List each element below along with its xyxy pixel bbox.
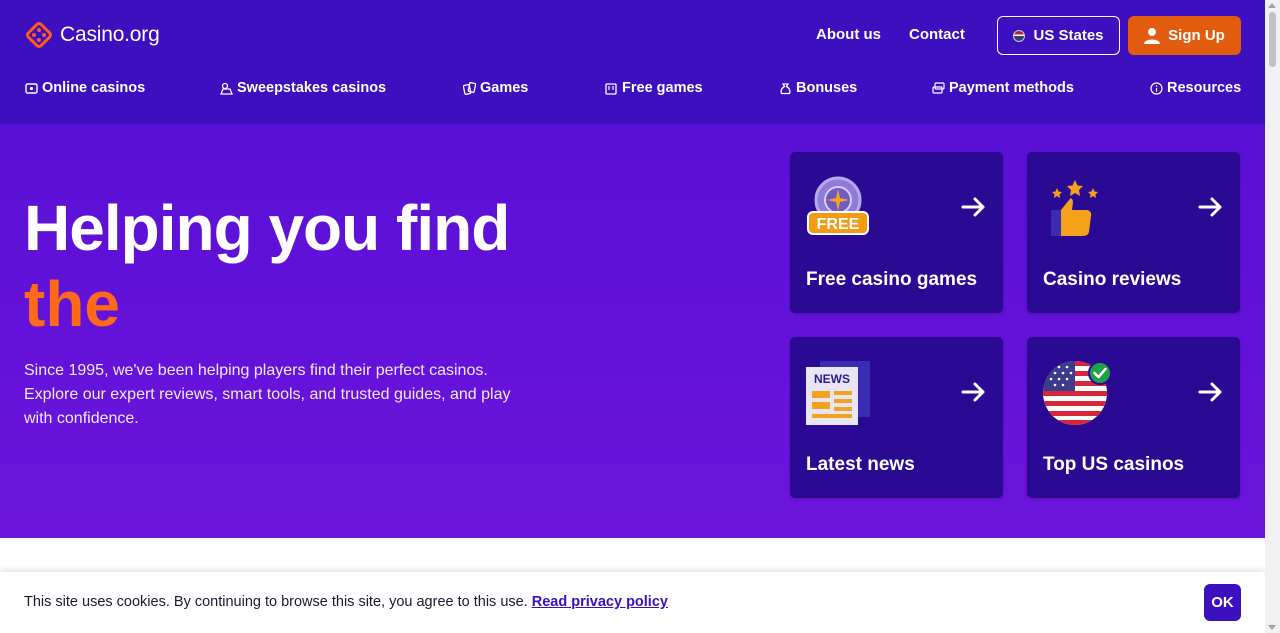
logo[interactable]: Casino.org: [24, 20, 160, 50]
arrow-right-icon: [961, 382, 985, 402]
page: Casino.org About us Contact US States Si…: [0, 0, 1265, 633]
nav-sweepstakes-casinos-label: Sweepstakes casinos: [237, 80, 387, 96]
nav-sweepstakes-casinos[interactable]: Sweepstakes casinos: [220, 80, 386, 96]
nav-payment-methods[interactable]: Payment methods: [932, 80, 1074, 96]
news-badge-text: NEWS: [814, 372, 850, 386]
free-chip-icon: FREE: [807, 176, 869, 235]
hero-section: Helping you find the Since 1995, we've b…: [0, 124, 1265, 538]
card-latest-news[interactable]: NEWS Latest news: [790, 337, 1003, 498]
hero-title-accent: the: [24, 268, 120, 340]
card-title: Free casino games: [806, 269, 978, 290]
slot-machine-icon: [605, 82, 617, 95]
card-title: Latest news: [806, 454, 915, 475]
card-top-us-casinos[interactable]: Top US casinos: [1027, 337, 1240, 498]
nav-games[interactable]: Games: [463, 80, 528, 96]
arrow-right-icon: [1198, 382, 1222, 402]
card-casino-reviews[interactable]: Casino reviews: [1027, 152, 1240, 313]
nav-games-label: Games: [480, 80, 529, 96]
vertical-scrollbar[interactable]: [1265, 0, 1280, 633]
scroll-down-arrow-icon[interactable]: [1268, 625, 1276, 630]
nav-resources-label: Resources: [1167, 80, 1242, 96]
arrow-right-icon: [961, 197, 985, 217]
scroll-up-arrow-icon[interactable]: [1268, 3, 1276, 8]
card-title: Casino reviews: [1043, 269, 1182, 290]
scroll-thumb[interactable]: [1269, 12, 1276, 67]
payment-icon: [932, 81, 945, 94]
main-nav: Online casinos Sweepstakes casinos Games…: [0, 80, 1265, 102]
us-flag-icon: [1013, 29, 1026, 42]
nav-payment-methods-label: Payment methods: [949, 80, 1074, 96]
cookie-text: This site uses cookies. By continuing to…: [24, 594, 532, 610]
sign-up-button[interactable]: Sign Up: [1128, 16, 1241, 55]
cards-icon: [463, 81, 476, 95]
cookie-ok-button[interactable]: OK: [1204, 584, 1241, 621]
card-free-casino-games[interactable]: FREE Free casino games: [790, 152, 1003, 313]
free-badge-text: FREE: [817, 216, 860, 233]
nav-free-games-label: Free games: [622, 80, 703, 96]
casino-icon: [25, 82, 38, 94]
money-bag-icon: [780, 82, 791, 94]
logo-icon: [26, 22, 52, 48]
thumbs-up-stars-icon: [1051, 180, 1098, 236]
us-states-button[interactable]: US States: [997, 16, 1120, 55]
nav-online-casinos[interactable]: Online casinos: [25, 80, 145, 96]
nav-resources[interactable]: Resources: [1150, 80, 1241, 96]
arrow-right-icon: [1198, 197, 1222, 217]
cookie-banner: This site uses cookies. By continuing to…: [0, 572, 1265, 633]
us-states-label: US States: [1033, 27, 1104, 44]
contact-link[interactable]: Contact: [909, 26, 965, 43]
card-title: Top US casinos: [1043, 454, 1185, 475]
site-header: Casino.org About us Contact US States Si…: [0, 0, 1265, 124]
nav-online-casinos-label: Online casinos: [42, 80, 146, 96]
about-us-link[interactable]: About us: [816, 26, 881, 43]
cookie-message: This site uses cookies. By continuing to…: [24, 594, 668, 610]
nav-free-games[interactable]: Free games: [605, 80, 703, 96]
nav-bonuses[interactable]: Bonuses: [779, 80, 857, 96]
sweepstakes-icon: [220, 82, 233, 95]
logo-text: Casino.org: [60, 23, 160, 46]
user-icon: [1144, 28, 1161, 44]
us-flag-check-icon: [1043, 361, 1112, 425]
privacy-policy-link[interactable]: Read privacy policy: [532, 594, 668, 610]
newspaper-icon: NEWS: [806, 361, 870, 425]
hero-title: Helping you find: [24, 192, 510, 264]
nav-bonuses-label: Bonuses: [796, 80, 858, 96]
info-icon: [1150, 81, 1163, 95]
hero-description: Since 1995, we've been helping players f…: [24, 362, 511, 427]
sign-up-label: Sign Up: [1168, 27, 1225, 44]
